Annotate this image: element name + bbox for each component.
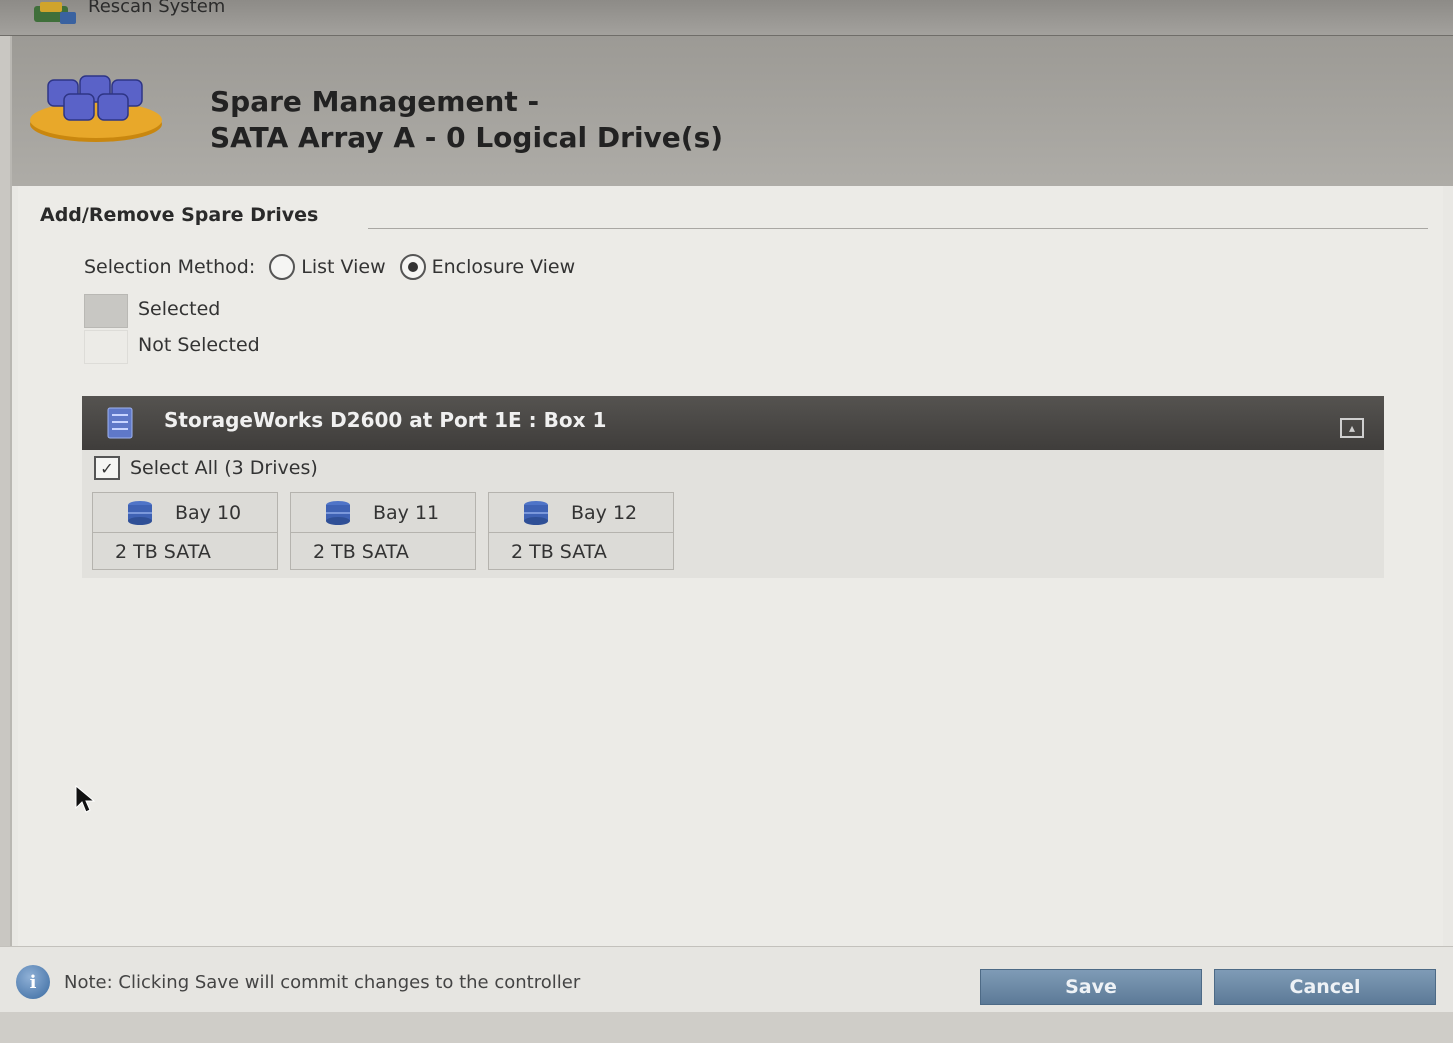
select-all-label[interactable]: Select All (3 Drives) — [130, 457, 318, 479]
enclosure-view-radio[interactable] — [399, 254, 426, 280]
section-title: Add/Remove Spare Drives — [40, 204, 319, 226]
enclosure-panel: StorageWorks D2600 at Port 1E : Box 1 ▴ … — [82, 396, 1384, 578]
rescan-system-label[interactable]: Rescan System — [88, 0, 225, 17]
header: Spare Management - SATA Array A - 0 Logi… — [12, 36, 1453, 186]
enclosure-icon — [107, 407, 133, 439]
list-view-label[interactable]: List View — [301, 256, 385, 278]
legend-selected-label: Selected — [138, 298, 221, 320]
select-all-checkbox[interactable]: ✓ — [94, 456, 120, 480]
selection-method-label: Selection Method: — [84, 256, 256, 278]
enclosure-view-label[interactable]: Enclosure View — [432, 256, 576, 278]
spare-management-window: Spare Management - SATA Array A - 0 Logi… — [10, 36, 1453, 1043]
content-panel: Add/Remove Spare Drives Selection Method… — [18, 186, 1443, 946]
bottom-strip — [0, 1012, 1453, 1043]
section-divider — [368, 228, 1428, 229]
note-text: Note: Clicking Save will commit changes … — [64, 971, 581, 993]
disk-array-icon — [30, 75, 162, 142]
radio-selected-dot — [407, 262, 418, 272]
list-view-radio[interactable] — [269, 254, 296, 280]
bay-12-tile[interactable]: Bay 12 2 TB SATA — [488, 492, 674, 570]
drive-icon — [326, 500, 350, 525]
top-toolbar: Rescan System — [0, 0, 1453, 36]
enclosure-title: StorageWorks D2600 at Port 1E : Box 1 — [164, 408, 607, 432]
bay-header: Bay 10 — [93, 493, 277, 533]
bay-name: Bay 12 — [571, 501, 638, 524]
bay-name: Bay 10 — [175, 501, 242, 524]
bay-header: Bay 11 — [291, 493, 475, 533]
bay-capacity: 2 TB SATA — [511, 541, 607, 563]
legend-not-selected-swatch — [84, 330, 128, 364]
drive-icon — [524, 500, 548, 525]
rescan-icon[interactable] — [30, 0, 80, 28]
page-title: Spare Management - SATA Array A - 0 Logi… — [210, 84, 723, 156]
bay-capacity: 2 TB SATA — [313, 541, 409, 563]
bay-11-tile[interactable]: Bay 11 2 TB SATA — [290, 492, 476, 570]
bay-10-tile[interactable]: Bay 10 2 TB SATA — [92, 492, 278, 570]
title-line-2: SATA Array A - 0 Logical Drive(s) — [210, 121, 724, 154]
footer-note: i Note: Clicking Save will commit change… — [16, 965, 580, 999]
cancel-button[interactable]: Cancel — [1214, 969, 1436, 1005]
bay-name: Bay 11 — [373, 501, 440, 524]
legend-selected-swatch — [84, 294, 128, 328]
drive-icon — [128, 500, 152, 525]
title-line-1: Spare Management - — [210, 85, 540, 118]
legend-not-selected-label: Not Selected — [138, 334, 260, 356]
save-button[interactable]: Save — [980, 969, 1202, 1005]
info-icon: i — [16, 965, 50, 999]
bay-header: Bay 12 — [489, 493, 673, 533]
expand-icon[interactable]: ▴ — [1340, 418, 1364, 438]
enclosure-header: StorageWorks D2600 at Port 1E : Box 1 ▴ — [82, 396, 1384, 450]
selection-method-row: Selection Method: List View Enclosure Vi… — [84, 254, 575, 280]
bay-capacity: 2 TB SATA — [115, 541, 211, 563]
footer-bar: i Note: Clicking Save will commit change… — [0, 946, 1453, 1012]
select-all-row[interactable]: ✓ Select All (3 Drives) — [94, 456, 318, 480]
mouse-cursor-icon — [75, 784, 96, 813]
